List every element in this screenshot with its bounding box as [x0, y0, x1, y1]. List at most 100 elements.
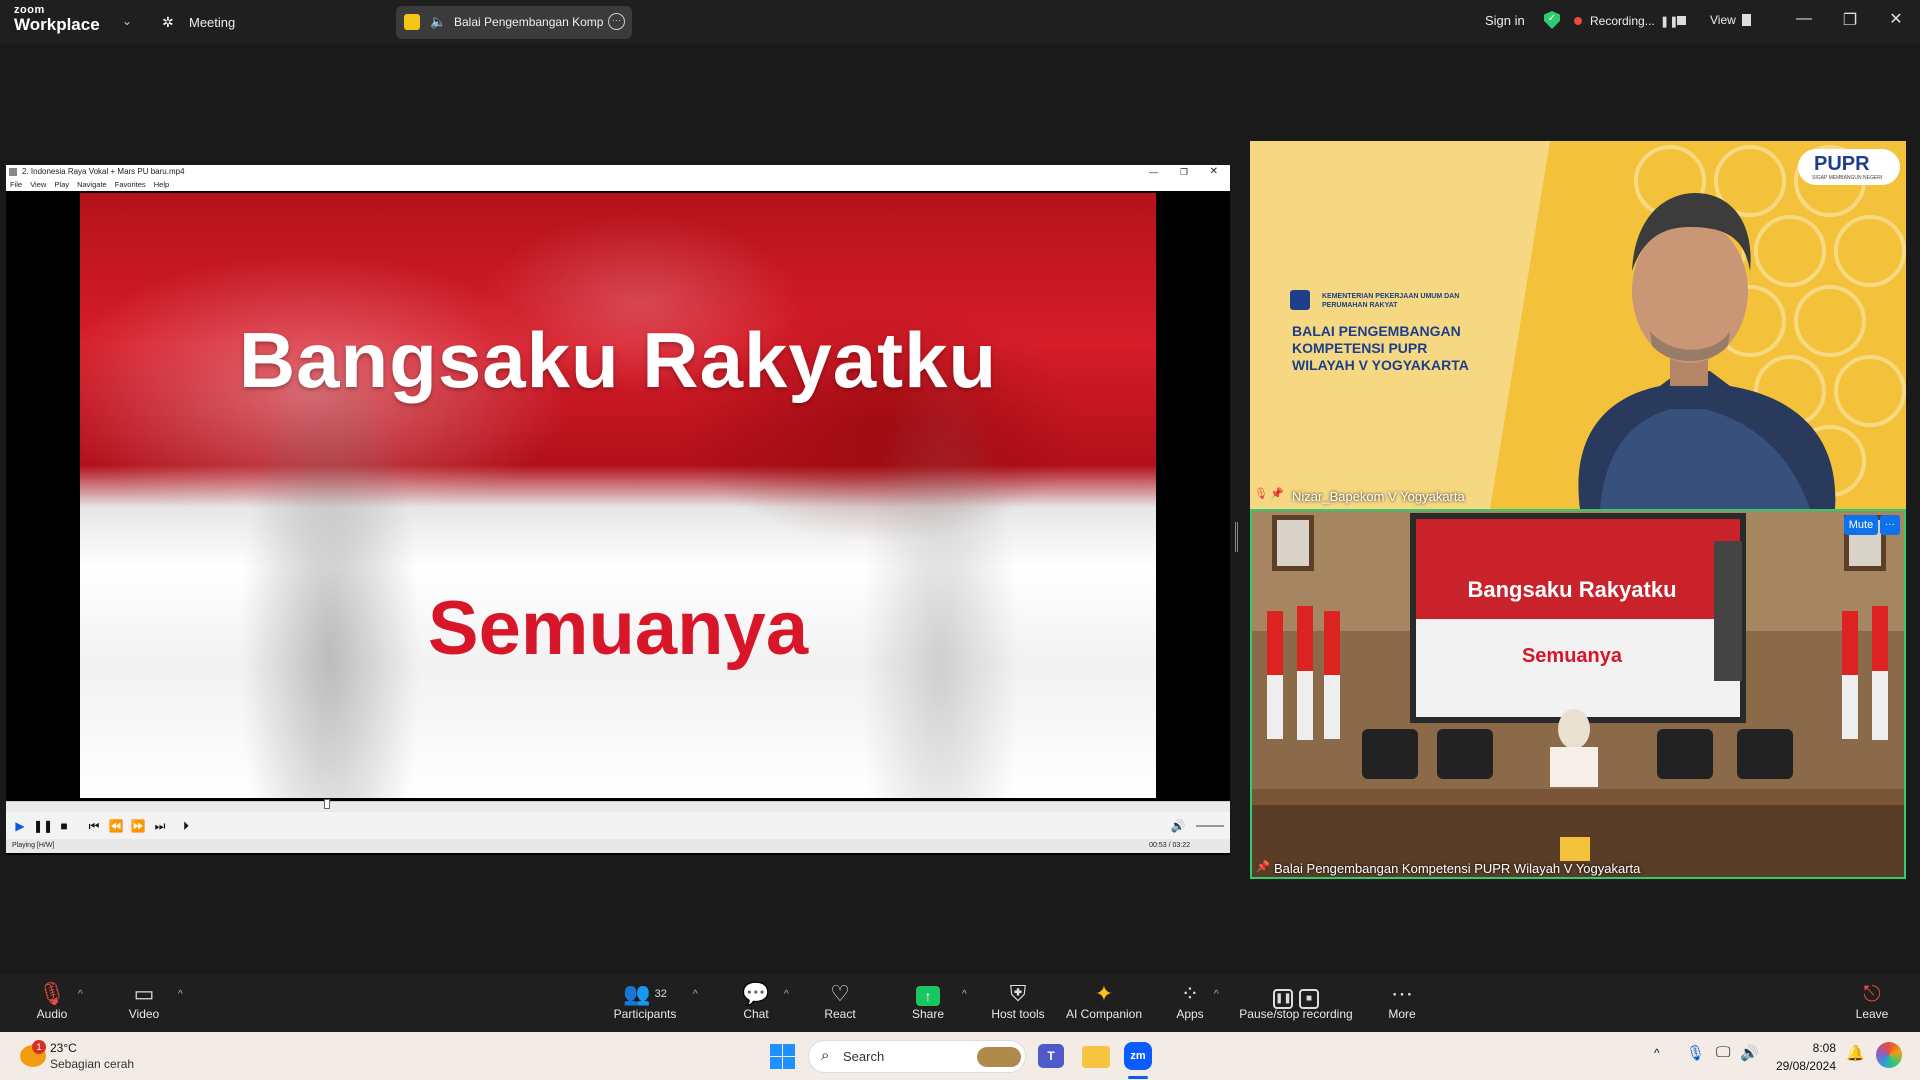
participants-button[interactable]: 👥 32 Participants	[611, 981, 679, 1021]
participant-name: Balai Pengembangan Kompetensi PUPR Wilay…	[1274, 861, 1641, 876]
video-options-caret-icon[interactable]: ^	[178, 989, 183, 1000]
view-button[interactable]: View	[1710, 13, 1736, 27]
minimize-icon[interactable]: —	[1784, 10, 1824, 28]
fast-forward-icon[interactable]: ⏩	[129, 817, 147, 835]
player-close-icon[interactable]: ✕	[1210, 165, 1218, 179]
player-menu-bar: File View Play Navigate Favorites Help	[6, 179, 1230, 191]
share-button[interactable]: ↑ Share	[904, 981, 952, 1021]
play-icon[interactable]: ▶	[11, 817, 29, 835]
pause-icon[interactable]: ❚❚	[33, 817, 53, 835]
speaker-icon: 🔈	[430, 14, 447, 29]
close-icon[interactable]: ✕	[1876, 9, 1916, 29]
split-resize-handle[interactable]	[1235, 522, 1238, 552]
menu-play[interactable]: Play	[54, 180, 69, 189]
rewind-icon[interactable]: ⏪	[107, 817, 125, 835]
more-options-icon[interactable]: ···	[608, 13, 625, 30]
volume-icon[interactable]: 🔊	[1169, 817, 1187, 835]
player-restore-icon[interactable]: ❐	[1180, 165, 1188, 179]
weather-desc[interactable]: Sebagian cerah	[50, 1057, 134, 1071]
leave-button[interactable]: ⎋ Leave	[1850, 981, 1894, 1021]
player-app-icon	[9, 168, 17, 176]
frame-step-icon[interactable]: ⏵	[177, 817, 195, 835]
zoom-title-bar: zoom Workplace ⌄ ✲ Meeting 🔈 Balai Penge…	[0, 0, 1920, 44]
video-button[interactable]: ▭ Video	[118, 981, 170, 1021]
volume-slider[interactable]	[1196, 825, 1224, 827]
leave-door-icon: ⎋	[1863, 981, 1881, 1006]
seek-thumb[interactable]	[324, 799, 331, 809]
taskbar-search-box[interactable]: ⌕ Search	[808, 1040, 1026, 1073]
participants-caret-icon[interactable]: ^	[693, 989, 698, 1000]
host-tools-button[interactable]: ⛨ Host tools	[988, 981, 1048, 1021]
stop-icon[interactable]: ■	[55, 817, 73, 835]
sparkle-icon: ✦	[1094, 981, 1114, 1006]
room-screen-line-2: Semuanya	[1521, 645, 1623, 667]
player-minimize-icon[interactable]: —	[1149, 165, 1158, 179]
clock-time[interactable]: 8:08	[1776, 1041, 1836, 1055]
participant-video-tile[interactable]: PUPR SIGAP MEMBANGUN NEGERI KEMENTERIAN …	[1250, 141, 1906, 509]
mute-participant-button[interactable]: Mute	[1844, 515, 1878, 535]
notification-bell-icon[interactable]: 🔔	[1846, 1044, 1865, 1062]
tray-overflow-icon[interactable]: ^	[1654, 1046, 1660, 1060]
apps-grid-icon: ⁘	[1180, 981, 1200, 1006]
zoom-app-icon[interactable]: zm	[1124, 1042, 1152, 1070]
pause-stop-label: Pause/stop recording	[1239, 1007, 1353, 1021]
share-arrow-icon: ↑	[904, 981, 952, 1007]
leave-label: Leave	[1855, 1007, 1889, 1021]
clock-date[interactable]: 29/08/2024	[1766, 1059, 1836, 1073]
meeting-label[interactable]: Meeting	[189, 15, 235, 30]
search-placeholder: Search	[843, 1049, 885, 1064]
menu-view[interactable]: View	[30, 180, 46, 189]
player-title: 2. Indonesia Raya Vokal + Mars PU baru.m…	[22, 167, 185, 176]
pin-icon[interactable]: 📌	[1256, 860, 1270, 873]
banner-text: BALAI PENGEMBANGAN KOMPETENSI PUPR WILAY…	[1292, 323, 1469, 374]
zoom-workplace-logo[interactable]: zoom Workplace	[14, 5, 100, 34]
windows-start-icon[interactable]	[770, 1044, 796, 1070]
next-icon[interactable]: ⏭	[151, 817, 169, 835]
search-icon: ⌕	[821, 1047, 830, 1064]
more-dots-icon: ⋯	[1391, 981, 1413, 1006]
teams-icon[interactable]: T	[1038, 1044, 1064, 1068]
more-button[interactable]: ⋯ More	[1380, 981, 1424, 1021]
flag-wave-shading	[80, 193, 1156, 798]
file-explorer-icon[interactable]	[1082, 1046, 1110, 1068]
restore-icon[interactable]: ❐	[1830, 10, 1870, 30]
stop-recording-icon[interactable]	[1677, 16, 1686, 25]
participant-video-tile-active[interactable]: Bangsaku Rakyatku Semuanya Mute ··· 📌 Ba…	[1250, 509, 1906, 879]
active-speaker-pill[interactable]: 🔈 Balai Pengembangan Komp ···	[396, 6, 632, 39]
audio-button[interactable]: 🎙 Audio	[26, 981, 78, 1021]
ai-companion-button[interactable]: ✦ AI Companion	[1064, 981, 1144, 1021]
network-icon[interactable]: 🖵	[1716, 1044, 1730, 1061]
banner-line-1: BALAI PENGEMBANGAN	[1292, 323, 1461, 339]
chevron-down-icon[interactable]: ⌄	[122, 14, 132, 28]
menu-file[interactable]: File	[10, 180, 22, 189]
weather-temp[interactable]: 23°C	[50, 1041, 77, 1055]
pupr-logo-text: PUPR	[1814, 153, 1870, 175]
pause-stop-recording-button[interactable]: ❚❚ ■ Pause/stop recording	[1236, 981, 1356, 1021]
previous-icon[interactable]: ⏮	[85, 817, 103, 835]
apps-caret-icon[interactable]: ^	[1214, 989, 1219, 1000]
menu-help[interactable]: Help	[154, 180, 169, 189]
chat-caret-icon[interactable]: ^	[784, 989, 789, 1000]
seek-bar[interactable]	[6, 799, 1230, 812]
apps-button[interactable]: ⁘ Apps	[1168, 981, 1212, 1021]
meeting-toolbar: 🎙 Audio ^ ▭ Video ^ 👥 32 Participants ^ 💬…	[0, 975, 1920, 1032]
video-camera-icon: ▭	[133, 981, 155, 1006]
menu-navigate[interactable]: Navigate	[77, 180, 107, 189]
copilot-icon[interactable]	[1876, 1042, 1902, 1068]
audio-options-caret-icon[interactable]: ^	[78, 989, 83, 1000]
menu-favorites[interactable]: Favorites	[115, 180, 146, 189]
tile-more-button[interactable]: ···	[1880, 515, 1900, 535]
view-layout-icon	[1742, 14, 1751, 26]
sign-in-button[interactable]: Sign in	[1485, 13, 1525, 28]
react-button[interactable]: ♡ React	[818, 981, 862, 1021]
microphone-in-use-icon[interactable]: 🎙	[1686, 1044, 1705, 1062]
pin-icon[interactable]: 📌	[1270, 487, 1284, 500]
pause-recording-icon[interactable]: ❚❚	[1660, 15, 1678, 28]
security-shield-icon[interactable]: ✓	[1544, 11, 1560, 29]
meeting-icon: ✲	[162, 14, 174, 30]
recording-dot-icon	[1574, 17, 1582, 25]
shield-icon: ⛨	[1009, 981, 1027, 1006]
volume-icon[interactable]: 🔊	[1740, 1044, 1759, 1062]
share-caret-icon[interactable]: ^	[962, 989, 967, 1000]
chat-button[interactable]: 💬 Chat	[734, 981, 778, 1021]
